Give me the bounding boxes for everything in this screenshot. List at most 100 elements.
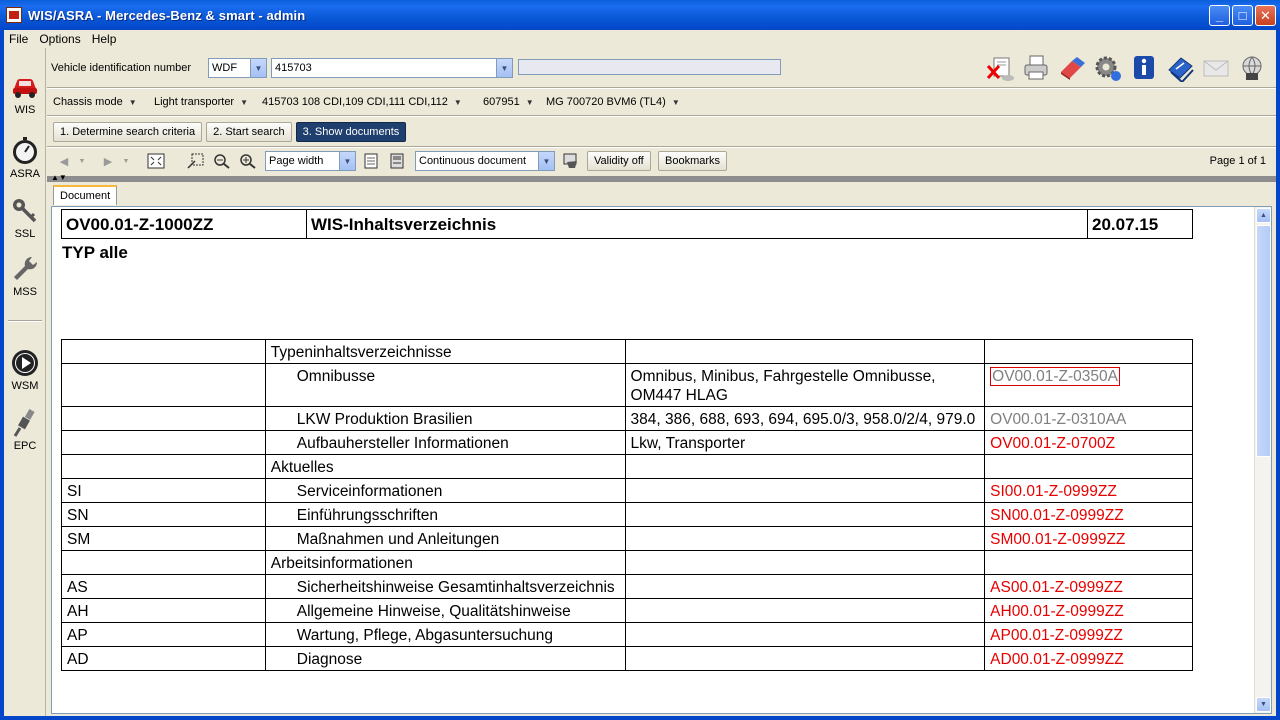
info-button[interactable] xyxy=(1128,53,1160,83)
tab-document[interactable]: Document xyxy=(53,185,118,205)
chevron-down-icon[interactable]: ▼ xyxy=(496,59,512,77)
minimize-button[interactable]: _ xyxy=(1209,5,1230,26)
info-icon xyxy=(1134,56,1154,79)
sidebar-item-ssl[interactable]: SSL xyxy=(4,196,46,240)
document-icon xyxy=(390,153,404,169)
chevron-down-icon[interactable]: ▼ xyxy=(339,152,355,170)
chevron-down-icon[interactable]: ▼ xyxy=(538,152,554,170)
manual-button[interactable] xyxy=(1164,53,1196,83)
step-start-search[interactable]: 2. Start search xyxy=(206,122,292,142)
document-link[interactable]: AH00.01-Z-0999ZZ xyxy=(990,603,1124,620)
chevron-down-icon: ▼ xyxy=(128,98,137,107)
row-code: AD xyxy=(61,646,266,671)
menu-options[interactable]: Options xyxy=(34,32,86,46)
table-row: SN Einführungsschriften SN00.01-Z-0999ZZ xyxy=(61,502,1193,527)
scroll-down-button[interactable]: ▼ xyxy=(1256,697,1271,712)
workflow-steps: 1. Determine search criteria 2. Start se… xyxy=(53,122,407,142)
forward-history-button[interactable]: ▼ xyxy=(121,151,131,171)
chevron-down-icon: ▼ xyxy=(453,98,462,107)
document-link[interactable]: SM00.01-Z-0999ZZ xyxy=(990,531,1125,548)
print-preview-button[interactable] xyxy=(559,151,583,171)
row-description: Omnibus, Minibus, Fahrgestelle Omnibusse… xyxy=(624,363,986,407)
collapse-arrows-icon[interactable]: ▲▼ xyxy=(51,173,67,182)
menu-help[interactable]: Help xyxy=(87,32,123,46)
sidebar-separator xyxy=(8,320,42,322)
menu-file[interactable]: File xyxy=(4,32,34,46)
table-row: AD Diagnose AD00.01-Z-0999ZZ xyxy=(61,646,1193,671)
document-title: WIS-Inhaltsverzeichnis xyxy=(307,210,1088,238)
vin-prefix-select[interactable]: WDF ▼ xyxy=(208,58,267,78)
engine-dropdown[interactable]: 607951 ▼ xyxy=(483,96,534,108)
delete-vehicle-button[interactable] xyxy=(984,53,1016,83)
sidebar-item-asra[interactable]: ASRA xyxy=(4,136,46,180)
sidebar-item-wis[interactable]: WIS xyxy=(4,72,46,116)
sidebar-label-mss: MSS xyxy=(13,286,37,298)
scrollbar-thumb[interactable] xyxy=(1256,225,1271,457)
chevron-down-icon[interactable]: ▼ xyxy=(250,59,266,77)
step-determine-search-criteria[interactable]: 1. Determine search criteria xyxy=(53,122,203,142)
steps-divider xyxy=(47,146,1276,148)
scroll-up-button[interactable]: ▲ xyxy=(1256,208,1271,223)
delete-vehicle-icon xyxy=(986,57,1014,81)
settings-button[interactable] xyxy=(1092,53,1124,83)
vertical-scrollbar[interactable]: ▲ ▼ xyxy=(1254,207,1271,713)
row-title: Omnibusse xyxy=(264,363,626,407)
bookmarks-button[interactable]: Bookmarks xyxy=(658,151,728,171)
vin-number-combo[interactable]: 415703 ▼ xyxy=(271,58,513,78)
vehicle-class-dropdown[interactable]: Light transporter ▼ xyxy=(154,96,248,108)
table-row: Typeninhaltsverzeichnisse xyxy=(61,339,1193,364)
app-icon xyxy=(6,7,22,23)
maximize-button[interactable]: □ xyxy=(1232,5,1253,26)
document-link[interactable]: OV00.01-Z-0350A xyxy=(990,367,1120,386)
document-link[interactable]: AD00.01-Z-0999ZZ xyxy=(990,651,1124,668)
close-button[interactable]: ✕ xyxy=(1255,5,1276,26)
splitter-bar[interactable]: ▲▼ xyxy=(47,173,1276,182)
fit-page-button[interactable] xyxy=(145,151,167,171)
table-row: Arbeitsinformationen xyxy=(61,550,1193,575)
zoom-out-button[interactable] xyxy=(211,151,233,171)
mail-button[interactable] xyxy=(1200,53,1232,83)
title-bar[interactable]: WIS/ASRA - Mercedes-Benz & smart - admin… xyxy=(0,0,1280,30)
row-reference-cell: SN00.01-Z-0999ZZ xyxy=(984,502,1193,527)
chassis-mode-dropdown[interactable]: Chassis mode ▼ xyxy=(53,96,137,108)
document-link[interactable]: AP00.01-Z-0999ZZ xyxy=(990,627,1123,644)
document-link[interactable]: SI00.01-Z-0999ZZ xyxy=(990,483,1117,500)
step-show-documents[interactable]: 3. Show documents xyxy=(295,122,407,142)
forward-button[interactable]: ▶ xyxy=(97,151,119,171)
single-page-button[interactable] xyxy=(361,151,381,171)
transmission-dropdown[interactable]: MG 700720 BVM6 (TL4) ▼ xyxy=(546,96,680,108)
sidebar-label-asra: ASRA xyxy=(10,168,40,180)
eraser-button[interactable] xyxy=(1056,53,1088,83)
select-area-button[interactable] xyxy=(185,151,207,171)
sidebar-item-wsm[interactable]: WSM xyxy=(4,348,46,392)
page-total: 1 xyxy=(1259,155,1266,167)
zoom-select[interactable]: Page width ▼ xyxy=(265,151,356,171)
view-mode-value: Continuous document xyxy=(419,155,527,167)
sidebar-label-wsm: WSM xyxy=(11,380,39,392)
model-dropdown[interactable]: 415703 108 CDI,109 CDI,111 CDI,112 ▼ xyxy=(262,96,462,108)
document-link[interactable]: SN00.01-Z-0999ZZ xyxy=(990,507,1124,524)
view-mode-select[interactable]: Continuous document ▼ xyxy=(415,151,555,171)
document-link[interactable]: OV00.01-Z-0700Z xyxy=(990,435,1115,452)
module-sidebar: WIS ASRA SSL MSS WSM EPC xyxy=(4,48,46,716)
network-button[interactable] xyxy=(1236,53,1268,83)
page-properties-button[interactable] xyxy=(387,151,407,171)
model-label: 415703 108 CDI,109 CDI,111 CDI,112 xyxy=(262,96,448,108)
key-icon xyxy=(13,199,37,223)
row-reference-cell: AH00.01-Z-0999ZZ xyxy=(984,598,1193,623)
play-icon xyxy=(12,350,38,376)
sidebar-item-epc[interactable]: EPC xyxy=(4,408,46,452)
print-button[interactable] xyxy=(1020,53,1052,83)
row-description xyxy=(624,339,986,364)
window-title: WIS/ASRA - Mercedes-Benz & smart - admin xyxy=(28,7,306,23)
validity-off-button[interactable]: Validity off xyxy=(587,151,651,171)
document-link[interactable]: AS00.01-Z-0999ZZ xyxy=(990,579,1123,596)
row-title: Sicherheitshinweise Gesamtinhaltsverzeic… xyxy=(264,574,626,599)
back-button[interactable]: ◀ xyxy=(53,151,75,171)
toolbar-divider xyxy=(47,87,1276,89)
zoom-in-button[interactable] xyxy=(237,151,259,171)
vin-status-field xyxy=(518,59,781,75)
back-history-button[interactable]: ▼ xyxy=(77,151,87,171)
sidebar-item-mss[interactable]: MSS xyxy=(4,254,46,298)
document-link[interactable]: OV00.01-Z-0310AA xyxy=(990,411,1126,428)
